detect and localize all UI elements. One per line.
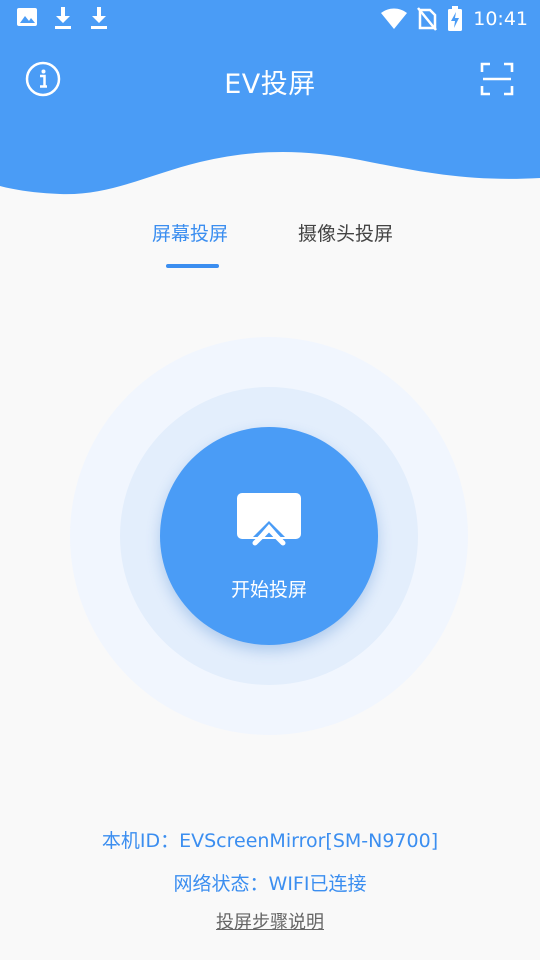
active-tab-indicator [166, 264, 219, 268]
cast-steps-help-link[interactable]: 投屏步骤说明 [0, 908, 540, 934]
start-cast-button[interactable]: 开始投屏 [160, 427, 378, 645]
tab-screen-cast[interactable]: 屏幕投屏 [152, 219, 228, 246]
battery-charging-icon [448, 6, 463, 31]
tab-camera-cast[interactable]: 摄像头投屏 [298, 219, 393, 246]
network-status-text: 网络状态：WIFI已连接 [173, 873, 367, 895]
device-id-text: 本机ID：EVScreenMirror[SM-N9700] [101, 830, 439, 852]
wifi-icon [381, 8, 408, 29]
status-bar: 10:41 [0, 0, 540, 38]
app-title: EV投屏 [224, 69, 316, 100]
app-bar: EV投屏 [0, 52, 540, 108]
scan-icon [480, 62, 514, 96]
status-time: 10:41 [473, 8, 528, 30]
tab-bar: 屏幕投屏 摄像头投屏 [0, 215, 540, 275]
header: 10:41 EV投屏 [0, 0, 540, 200]
start-cast-label: 开始投屏 [230, 579, 307, 601]
screen: 10:41 EV投屏 屏幕投屏 摄像头投屏 开始投屏 本机ID：EVScreen… [0, 0, 540, 960]
download-icon [91, 7, 107, 29]
image-icon [17, 8, 37, 26]
no-sim-icon [417, 7, 438, 31]
download-icon [55, 7, 71, 29]
scan-button[interactable] [478, 60, 516, 98]
screen-cast-icon [237, 493, 301, 546]
